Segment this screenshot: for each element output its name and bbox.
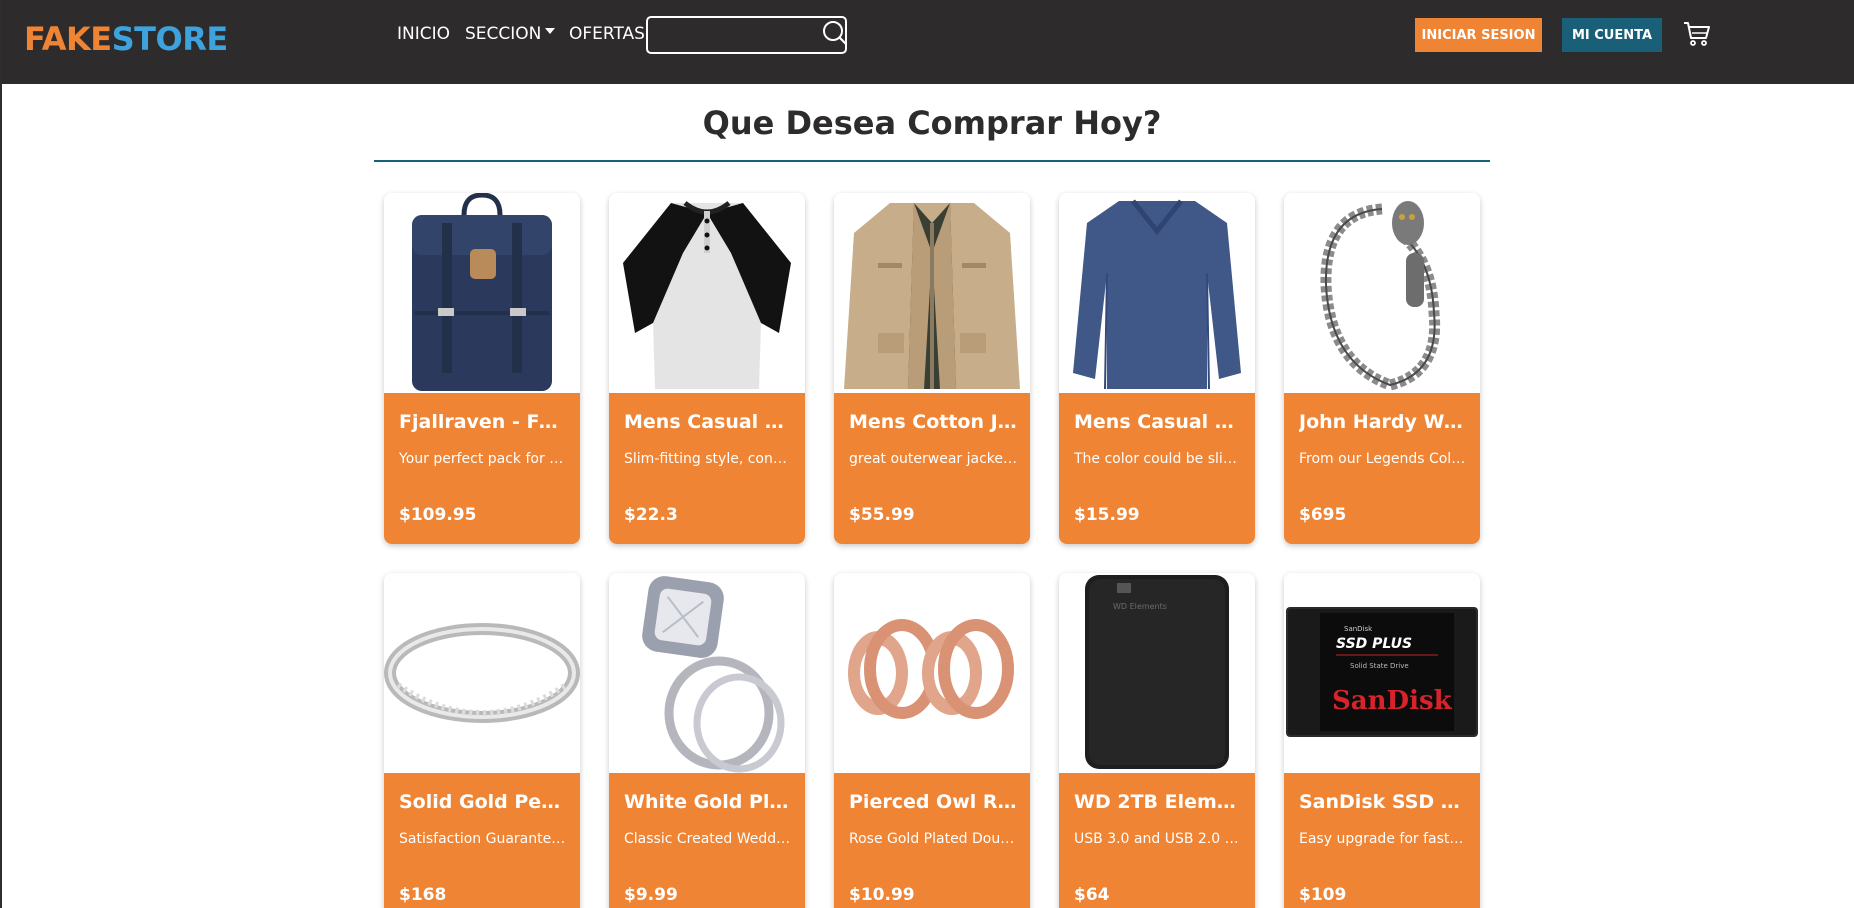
- ssd-main-label: SSD PLUS: [1336, 636, 1412, 652]
- product-body: Mens Cotton Jacket great outerwear jacke…: [834, 393, 1030, 544]
- nav-link-ofertas[interactable]: OFERTAS: [569, 24, 645, 44]
- product-price: $695: [1299, 505, 1347, 525]
- product-body: Solid Gold Petite Micropave Satisfaction…: [384, 773, 580, 908]
- backpack-image: [412, 193, 552, 391]
- product-price: $55.99: [849, 505, 915, 525]
- product-body: WD 2TB Elements Portable USB 3.0 and USB…: [1059, 773, 1255, 908]
- product-card[interactable]: Mens Casual Premium Slim Fit T-Shirts Sl…: [609, 193, 805, 544]
- product-body: Mens Casual Slim Fit The color could be …: [1059, 393, 1255, 544]
- product-card[interactable]: John Hardy Women's Legends Naga From our…: [1284, 193, 1480, 544]
- page: FAKESTORE INICIO SECCION OFERTAS INICIAR…: [0, 0, 1854, 908]
- brand-part-fake: FAKE: [24, 20, 112, 58]
- product-card[interactable]: Mens Cotton Jacket great outerwear jacke…: [834, 193, 1030, 544]
- product-title: White Gold Plated Princess: [624, 791, 792, 813]
- nav-link-inicio[interactable]: INICIO: [397, 24, 450, 44]
- product-title: John Hardy Women's Legends Naga: [1299, 411, 1467, 433]
- product-card[interactable]: Pierced Owl Rose Gold Plated Rose Gold P…: [834, 573, 1030, 908]
- product-body: Mens Casual Premium Slim Fit T-Shirts Sl…: [609, 393, 805, 544]
- top-navbar: FAKESTORE INICIO SECCION OFERTAS INICIAR…: [2, 0, 1854, 84]
- product-description: Classic Created Wedding Engagement: [624, 831, 792, 847]
- band-ring-image: [384, 623, 580, 723]
- product-body: Pierced Owl Rose Gold Plated Rose Gold P…: [834, 773, 1030, 908]
- product-price: $109.95: [399, 505, 477, 525]
- search-icon[interactable]: [822, 20, 848, 46]
- heading-divider: [374, 160, 1490, 162]
- product-image: [1059, 193, 1255, 393]
- product-card[interactable]: White Gold Plated Princess Classic Creat…: [609, 573, 805, 908]
- nav-dropdown-seccion[interactable]: SECCION: [465, 24, 556, 44]
- product-image: [384, 193, 580, 393]
- shopping-cart-icon[interactable]: [1683, 20, 1711, 48]
- product-image: [609, 193, 805, 393]
- nav-dropdown-seccion-label: SECCION: [465, 24, 542, 44]
- product-price: $9.99: [624, 885, 678, 905]
- product-title: Solid Gold Petite Micropave: [399, 791, 567, 813]
- product-card[interactable]: WD Elements WD 2TB Elements Portable USB…: [1059, 573, 1255, 908]
- product-body: SanDisk SSD PLUS 1TB Easy upgrade for fa…: [1284, 773, 1480, 908]
- product-card[interactable]: Mens Casual Slim Fit The color could be …: [1059, 193, 1255, 544]
- product-title: Mens Cotton Jacket: [849, 411, 1017, 433]
- product-title: Fjallraven - Foldsack No. 1 Backpack: [399, 411, 567, 433]
- product-image: [609, 573, 805, 773]
- ssd-sub-label: Solid State Drive: [1350, 662, 1409, 670]
- search-input[interactable]: [652, 22, 802, 48]
- product-description: Easy upgrade for faster boot up: [1299, 831, 1467, 847]
- product-title: Pierced Owl Rose Gold Plated: [849, 791, 1017, 813]
- product-body: John Hardy Women's Legends Naga From our…: [1284, 393, 1480, 544]
- product-title: WD 2TB Elements Portable: [1074, 791, 1242, 813]
- product-image: [834, 193, 1030, 393]
- product-price: $22.3: [624, 505, 678, 525]
- product-description: From our Legends Collection: [1299, 451, 1467, 467]
- product-image: [834, 573, 1030, 773]
- diamond-ring-image: [642, 576, 785, 773]
- product-description: Your perfect pack for everyday use: [399, 451, 567, 467]
- product-image: [1284, 193, 1480, 393]
- jacket-image: [844, 203, 1020, 389]
- brand-logo[interactable]: FAKESTORE: [24, 20, 228, 58]
- product-description: Satisfaction Guaranteed: [399, 831, 567, 847]
- product-title: Mens Casual Slim Fit: [1074, 411, 1242, 433]
- hard-drive-image: WD Elements: [1085, 575, 1229, 769]
- hard-drive-label: WD Elements: [1113, 602, 1167, 611]
- product-description: Rose Gold Plated Double Flared: [849, 831, 1017, 847]
- product-price: $10.99: [849, 885, 915, 905]
- product-image: WD Elements: [1059, 573, 1255, 773]
- product-description: USB 3.0 and USB 2.0 Compatibility: [1074, 831, 1242, 847]
- product-price: $168: [399, 885, 447, 905]
- sandisk-logo: SanDisk: [1332, 686, 1453, 716]
- caret-down-icon: [545, 28, 556, 34]
- brand-part-store: STORE: [111, 20, 229, 58]
- product-card[interactable]: SanDisk SSD PLUS Solid State Drive SanDi…: [1284, 573, 1480, 908]
- ssd-image: SanDisk SSD PLUS Solid State Drive SanDi…: [1286, 607, 1478, 737]
- product-card[interactable]: Fjallraven - Foldsack No. 1 Backpack You…: [384, 193, 580, 544]
- product-title: SanDisk SSD PLUS 1TB: [1299, 791, 1467, 813]
- ssd-small-label: SanDisk: [1344, 625, 1373, 633]
- rose-gold-tunnels-image: [848, 619, 1014, 719]
- bracelet-image: [1320, 201, 1441, 391]
- product-image: [384, 573, 580, 773]
- login-button[interactable]: INICIAR SESION: [1415, 18, 1542, 52]
- page-heading: Que Desea Comprar Hoy?: [702, 104, 1162, 142]
- raglan-shirt-image: [623, 201, 791, 389]
- product-description: The color could be slightly different: [1074, 451, 1242, 467]
- longsleeve-image: [1073, 199, 1241, 390]
- product-price: $15.99: [1074, 505, 1140, 525]
- search-box: [646, 16, 848, 54]
- product-price: $64: [1074, 885, 1110, 905]
- product-title: Mens Casual Premium Slim Fit T-Shirts: [624, 411, 792, 433]
- product-card[interactable]: Solid Gold Petite Micropave Satisfaction…: [384, 573, 580, 908]
- product-body: White Gold Plated Princess Classic Creat…: [609, 773, 805, 908]
- product-body: Fjallraven - Foldsack No. 1 Backpack You…: [384, 393, 580, 544]
- product-image: SanDisk SSD PLUS Solid State Drive SanDi…: [1284, 573, 1480, 773]
- product-description: great outerwear jackets for Spring: [849, 451, 1017, 467]
- product-price: $109: [1299, 885, 1347, 905]
- my-account-button[interactable]: MI CUENTA: [1562, 18, 1662, 52]
- product-description: Slim-fitting style, contrast raglan: [624, 451, 792, 467]
